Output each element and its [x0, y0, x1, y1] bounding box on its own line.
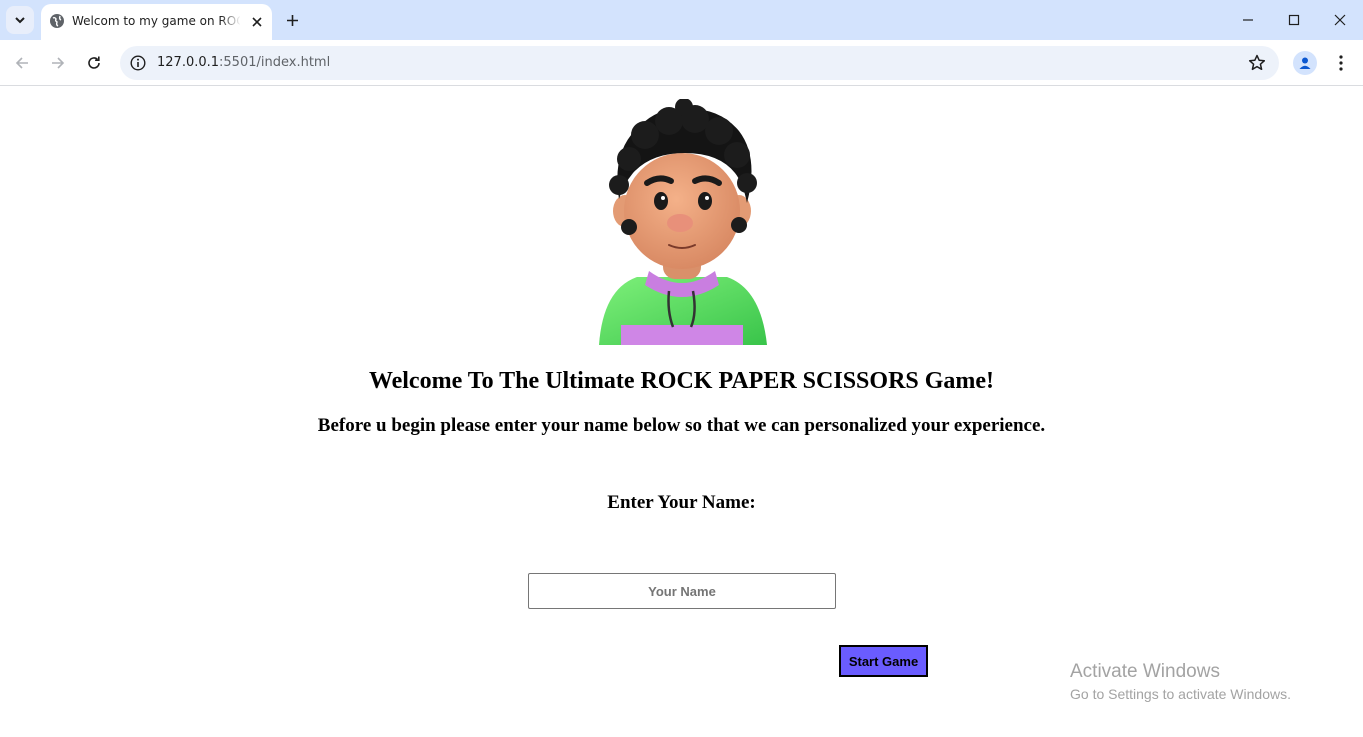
browser-tab-strip: Welcom to my game on ROCK PAPER SCISSORS	[0, 0, 1363, 40]
page-subtitle: Before u begin please enter your name be…	[317, 415, 1046, 436]
url-host: 127.0.0.1	[157, 55, 220, 70]
tab-close-button[interactable]	[247, 12, 267, 32]
url-path: :5501/index.html	[219, 55, 331, 70]
tab-list-button[interactable]	[6, 6, 34, 34]
activate-windows-watermark: Activate Windows Go to Settings to activ…	[1070, 661, 1291, 702]
chevron-down-icon	[15, 17, 25, 24]
browser-menu-button[interactable]	[1330, 51, 1352, 75]
browser-toolbar: 127.0.0.1:5501/index.html	[0, 40, 1363, 86]
minimize-icon	[1243, 19, 1253, 21]
url-text[interactable]: 127.0.0.1:5501/index.html	[157, 55, 330, 70]
star-icon[interactable]	[1247, 53, 1267, 73]
page-title: Welcome To The Ultimate ROCK PAPER SCISS…	[368, 368, 995, 394]
watermark-subtitle: Go to Settings to activate Windows.	[1070, 686, 1291, 702]
profile-button[interactable]	[1293, 51, 1317, 75]
kebab-menu-icon	[1339, 55, 1343, 71]
name-label: Enter Your Name:	[607, 492, 756, 513]
maximize-button[interactable]	[1274, 6, 1314, 34]
close-icon	[1334, 14, 1346, 26]
person-icon	[1299, 57, 1311, 69]
minimize-button[interactable]	[1228, 6, 1268, 34]
info-icon[interactable]	[129, 54, 147, 72]
tab-title: Welcom to my game on ROCK PAPER SCISSORS	[72, 14, 240, 28]
tab-active[interactable]: Welcom to my game on ROCK PAPER SCISSORS	[41, 4, 272, 40]
address-bar[interactable]: 127.0.0.1:5501/index.html	[120, 46, 1279, 80]
close-window-button[interactable]	[1320, 6, 1360, 34]
name-input[interactable]	[528, 573, 836, 609]
tab-title-fade	[220, 10, 246, 34]
arrow-left-icon	[15, 57, 28, 69]
watermark-title: Activate Windows	[1070, 661, 1220, 682]
plus-icon	[286, 14, 298, 26]
reload-button[interactable]	[79, 48, 109, 78]
new-tab-button[interactable]	[281, 9, 303, 31]
globe-icon	[50, 14, 64, 28]
start-game-button[interactable]: Start Game	[839, 645, 928, 677]
cartoon-boy-avatar	[599, 99, 767, 345]
page-content: Welcome To The Ultimate ROCK PAPER SCISS…	[0, 87, 1363, 737]
forward-button[interactable]	[43, 48, 73, 78]
reload-icon	[88, 56, 100, 69]
back-button[interactable]	[7, 48, 37, 78]
close-icon	[252, 17, 262, 27]
maximize-icon	[1288, 14, 1300, 26]
arrow-right-icon	[52, 57, 65, 69]
